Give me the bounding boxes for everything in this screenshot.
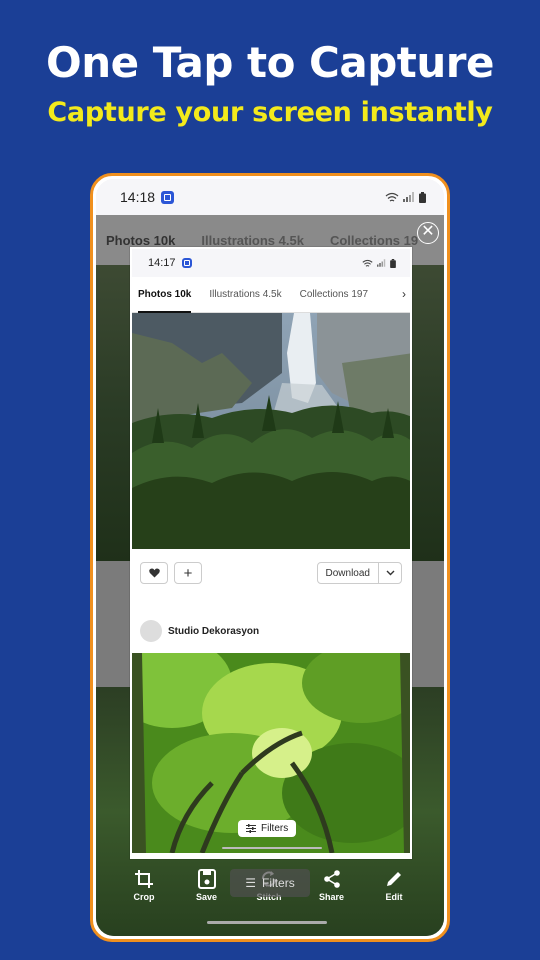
- crop-icon: [135, 870, 153, 888]
- status-bar: 14:18: [96, 179, 444, 215]
- close-button[interactable]: ✕: [417, 222, 439, 244]
- promo-subheadline: Capture your screen instantly: [47, 97, 493, 128]
- captured-tab-photos: Photos 10k: [138, 289, 192, 313]
- waterfall-photo-image: [132, 313, 410, 549]
- like-button[interactable]: [140, 562, 168, 584]
- edit-label: Edit: [385, 892, 403, 902]
- chevron-down-icon: [386, 570, 394, 576]
- status-time: 14:18: [120, 189, 156, 205]
- save-label: Save: [195, 892, 218, 902]
- background-tab: Collections 19: [329, 232, 419, 248]
- phone-screen: 14:18 Photos 10k Illustrations 4.5k Coll…: [96, 179, 444, 936]
- author-name: Studio Dekorasyon: [168, 625, 260, 637]
- download-options-button[interactable]: [378, 562, 402, 584]
- wifi-icon: [362, 259, 373, 267]
- waterfall-photo: [132, 313, 410, 549]
- download-button[interactable]: Download: [316, 562, 379, 584]
- captured-tab-illustrations: Illustrations 4.5k: [209, 289, 282, 300]
- captured-status-bar: 14:17: [132, 249, 410, 277]
- battery-icon: [390, 258, 396, 268]
- filters-overlay-label: Filters: [262, 876, 295, 890]
- close-icon: ✕: [421, 223, 435, 240]
- gesture-nav-handle[interactable]: [207, 921, 327, 924]
- filters-button[interactable]: Filters: [238, 820, 297, 837]
- phone-frame: 14:18 Photos 10k Illustrations 4.5k Coll…: [90, 173, 450, 942]
- share-icon: [323, 870, 340, 888]
- app-notification-icon: [161, 190, 175, 204]
- wifi-icon: [385, 192, 399, 202]
- forest-photo: Filters: [132, 653, 410, 853]
- promo-headline: One Tap to Capture: [46, 38, 494, 87]
- battery-icon: [419, 191, 426, 203]
- plus-icon: +: [183, 564, 193, 582]
- filters-overlay-chip: ☰ Filters: [230, 869, 310, 897]
- heart-icon: [148, 568, 160, 578]
- edit-button[interactable]: Edit: [372, 869, 416, 902]
- sliders-icon: [246, 824, 256, 833]
- share-button[interactable]: Share: [310, 869, 354, 902]
- photo-actions: + Download: [132, 549, 410, 597]
- captured-screenshot-preview[interactable]: 14:17 Photos 10k Illustrations 4.5k Coll…: [130, 247, 412, 859]
- save-icon: [197, 869, 216, 889]
- avatar: [140, 620, 162, 642]
- share-label: Share: [318, 892, 344, 902]
- background-tab: Photos 10k: [106, 232, 176, 248]
- sliders-icon: ☰: [245, 876, 257, 890]
- captured-tab-collections: Collections 197: [299, 289, 368, 300]
- author-row[interactable]: Studio Dekorasyon: [132, 597, 410, 653]
- filters-label: Filters: [261, 823, 289, 834]
- background-tab: Illustrations 4.5k: [201, 232, 304, 248]
- captured-system-icons: [362, 258, 396, 268]
- save-button[interactable]: Save: [185, 869, 229, 902]
- pencil-icon: [387, 872, 401, 886]
- scroll-indicator: [222, 847, 322, 849]
- bottom-toolbar: ☰ Filters Crop Save Stitch Share Edit: [96, 869, 444, 915]
- captured-tabs: Photos 10k Illustrations 4.5k Collection…: [132, 277, 410, 313]
- crop-label: Crop: [133, 892, 155, 902]
- signal-icon: [403, 192, 414, 202]
- chevron-right-icon: ›: [400, 287, 406, 301]
- signal-icon: [377, 259, 386, 267]
- crop-button[interactable]: Crop: [122, 869, 166, 902]
- app-notification-icon: [181, 258, 192, 268]
- system-icons: [385, 191, 426, 203]
- captured-status-time: 14:17: [148, 257, 176, 269]
- add-to-collection-button[interactable]: +: [174, 562, 202, 584]
